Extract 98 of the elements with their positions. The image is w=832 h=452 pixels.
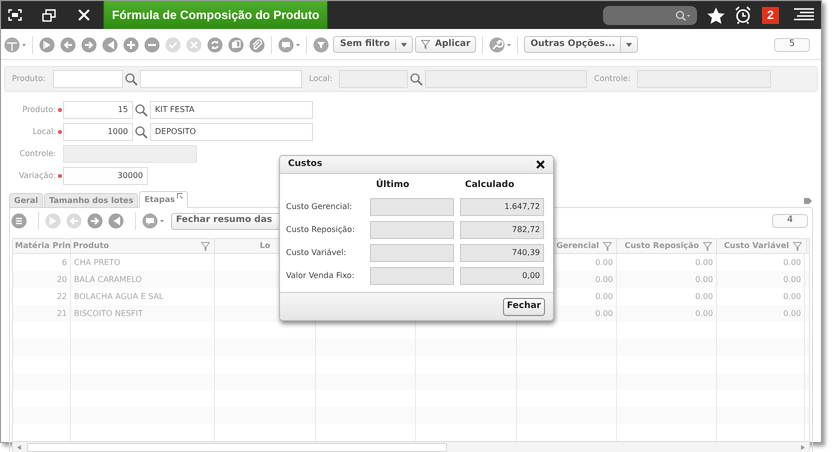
scroll-left-icon[interactable] [17,445,21,450]
table-cell: 0.00 [783,308,801,320]
scroll-right-icon[interactable] [801,445,805,450]
input-field[interactable] [140,70,302,88]
field-label: Controle: [593,73,632,85]
table-cell: 0.00 [595,256,613,268]
plus-icon[interactable] [123,36,139,52]
table-cell: 0.00 [783,290,801,302]
play-icon[interactable] [39,36,55,52]
tab[interactable]: Etapas [139,191,188,208]
minus-icon[interactable] [144,36,160,52]
summary-button[interactable]: Fechar resumo das [171,212,281,230]
tab[interactable]: Geral [9,193,44,208]
tab[interactable]: Tamanho dos lotes [44,193,138,208]
table-cell: 0.00 [783,274,801,286]
filter-icon[interactable] [603,242,612,250]
paperclip-icon[interactable] [249,36,265,52]
filter-icon[interactable] [201,242,210,250]
caret-icon [626,42,632,46]
field-label: Local: [308,73,334,85]
search-field[interactable] [603,6,697,24]
field-label: Valor Venda Fixo: [286,270,356,282]
input-field[interactable] [53,70,123,88]
notification-badge[interactable]: 2 [762,6,779,24]
record-count: 5 [774,38,810,52]
tag-icon[interactable] [804,197,813,205]
input-field[interactable]: 15 [63,101,133,119]
field-label: Variação: [18,170,56,182]
input-field[interactable]: 1000 [63,123,133,141]
skip-back-icon[interactable] [108,213,124,229]
menu-icon[interactable] [794,8,814,22]
grid-menu-icon[interactable] [4,36,26,52]
filter-icon[interactable] [313,36,329,52]
search-icon[interactable] [125,72,138,86]
options-dropdown[interactable]: Outras Opções... [524,36,638,53]
record-count: 4 [772,214,808,228]
list-icon[interactable] [11,213,27,229]
close-button[interactable]: Fechar [502,298,545,316]
dialog-title: Custos [288,158,324,171]
expand-icon [176,193,183,199]
restore-window-icon[interactable] [42,8,56,22]
search-icon[interactable] [135,126,148,138]
wrench-icon[interactable] [489,36,512,52]
field-label: Produto: [21,104,56,116]
table-cell: 22 [56,290,67,302]
table-cell: 0.00 [783,256,801,268]
table-cell: 0.00 [595,308,613,320]
caret-icon [401,42,407,46]
table-cell: BALA CARAMELO [74,274,142,286]
scrollbar-thumb[interactable] [27,443,447,452]
table-cell: 0.00 [695,290,713,302]
table-cell: BISCOITO NESFIT [74,308,143,320]
table-cell: 0.00 [695,308,713,320]
window-title: Fórmula de Composição do Produto [103,1,328,29]
arrow-left-icon[interactable] [60,36,76,52]
input-field: 1.647,72 [460,198,544,216]
refresh-icon[interactable] [207,36,223,52]
arrow-right-icon[interactable] [87,213,103,229]
apply-button[interactable]: Aplicar [415,36,476,53]
horizontal-scrollbar[interactable] [13,441,809,452]
table-cell: 0.00 [695,256,713,268]
search-icon[interactable] [135,104,148,116]
table-cell: BOLACHA AGUA E SAL [74,290,164,302]
table-cell: CHA PRETO [74,256,120,268]
table-cell: 21 [56,308,67,320]
filter-icon[interactable] [703,242,712,250]
filter-icon [421,40,430,49]
column-header: Calculado [464,179,516,192]
field-label: Custo Reposição: [286,224,356,236]
field-label: Controle: [18,148,56,160]
input-field[interactable]: DEPOSITO [150,123,313,141]
field-label: Local: [32,126,56,138]
input-field[interactable]: KIT FESTA [150,101,313,119]
field-label: Custo Variável: [286,247,348,259]
input-field: 0,00 [460,267,544,285]
table-cell: 20 [56,274,67,286]
copy-icon[interactable] [228,36,244,52]
table-cell: 6 [62,256,67,268]
fullscreen-icon[interactable] [8,9,22,21]
skip-back-icon[interactable] [102,36,118,52]
search-icon [675,10,691,20]
close-icon[interactable] [536,160,545,169]
input-field: 782,72 [460,221,544,239]
star-icon[interactable] [707,6,725,24]
comment-icon[interactable] [278,36,300,52]
filter-dropdown[interactable]: Sem filtro [333,36,413,53]
table-cell: 0.00 [595,274,613,286]
input-field: 740,39 [460,244,544,262]
table-cell: 0.00 [595,290,613,302]
input-field[interactable]: 30000 [63,167,148,185]
column-header: Último [374,179,410,192]
field-label: Produto: [11,73,47,85]
field-label: Custo Gerencial: [286,201,354,213]
alarm-clock-icon[interactable] [734,6,752,24]
comment-icon[interactable] [142,213,164,229]
arrow-right-icon[interactable] [81,36,97,52]
filter-icon[interactable] [793,242,802,250]
table-cell: 0.00 [695,274,713,286]
